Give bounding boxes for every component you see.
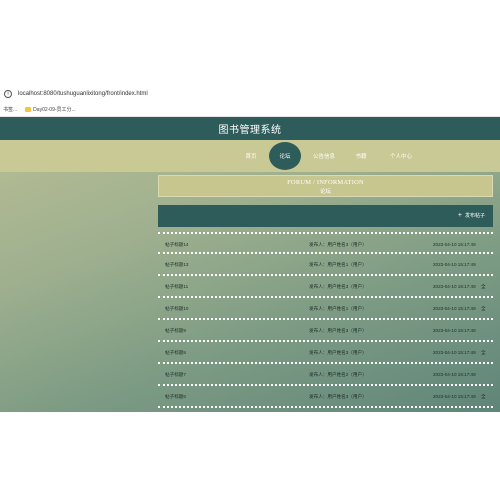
browser-chrome: i localhost:8080/tushuguanlixitong/front… [0,87,500,117]
post-pin-mark: 全 [481,306,486,311]
post-title[interactable]: 帖子标题13 [165,262,189,268]
post-title[interactable]: 帖子标题8 [165,350,186,356]
post-row[interactable]: 帖子标题8 发布人：用户姓名3（用户） 2023-04-10 15:17:49 … [158,342,493,364]
post-title[interactable]: 帖子标题11 [165,284,188,290]
post-pin-mark: 全 [481,284,486,289]
post-author: 发布人：用户姓名3（用户） [309,328,367,333]
post-title[interactable]: 帖子标题9 [165,328,186,334]
post-pin-mark: 全 [481,394,486,399]
bookmark-item[interactable]: 书签... [3,106,17,113]
post-time: 2023-04-10 15:17:49 [433,372,476,377]
banner-title-en: FORUM / INFORMATION [287,179,364,186]
nav-label: 个人中心 [389,154,412,160]
post-time: 2023-04-10 15:17:49 [433,306,476,311]
nav-label: 书籍 [355,154,367,160]
main-nav: 首页 论坛 公告信息 书籍 个人中心 [0,140,500,172]
post-title[interactable]: 帖子标题10 [165,306,189,312]
post-title[interactable]: 帖子标题6 [165,394,186,400]
post-author: 发布人：用户姓名1（用户） [309,306,367,311]
post-pin-mark: 全 [481,350,486,355]
bookmark-label: Day02-09-员工分... [33,106,76,113]
post-author: 发布人：用户姓名3（用户） [309,242,367,247]
post-author: 发布人：用户姓名2（用户） [309,372,367,377]
post-time: 2023-04-10 15:17:49 [433,328,476,333]
post-row[interactable]: 帖子标题6 发布人：用户姓名3（用户） 2023-04-10 15:17:49 … [158,386,493,408]
app-viewport: 图书管理系统 首页 论坛 公告信息 书籍 个人中心 FORUM / INFORM… [0,117,500,412]
post-author: 发布人：用户姓名3（用户） [309,350,367,355]
post-row[interactable]: 帖子标题13 发布人：用户姓名1（用户） 2023-04-10 15:17:49 [158,254,493,276]
bookmark-item[interactable]: Day02-09-员工分... [25,106,76,113]
bookmarks-bar: 书签... Day02-09-员工分... [0,103,500,115]
post-row[interactable]: 帖子标题10 发布人：用户姓名1（用户） 2023-04-10 15:17:49… [158,298,493,320]
post-time: 2023-04-10 15:17:49 [433,394,476,399]
post-author: 发布人：用户姓名3（用户） [309,284,367,289]
url-text[interactable]: localhost:8080/tushuguanlixitong/front/i… [18,91,148,97]
post-time: 2023-04-10 15:17:49 [433,350,476,355]
post-title[interactable]: 帖子标题14 [165,242,189,248]
post-author: 发布人：用户姓名1（用户） [309,262,367,267]
plus-icon: + [457,212,462,219]
nav-item-home[interactable]: 首页 [240,140,262,172]
section-banner: FORUM / INFORMATION 论坛 [158,175,493,197]
address-bar[interactable]: i localhost:8080/tushuguanlixitong/front… [0,87,500,101]
nav-active-pill: 论坛 [269,142,301,170]
folder-icon [25,106,32,112]
publish-post-button[interactable]: + 发布帖子 [458,212,485,219]
nav-item-books[interactable]: 书籍 [350,140,372,172]
post-author: 发布人：用户姓名3（用户） [309,394,367,399]
nav-item-announcements[interactable]: 公告信息 [308,140,340,172]
nav-label: 首页 [245,154,257,160]
banner-title-cn: 论坛 [319,189,331,195]
post-row[interactable]: 帖子标题11 发布人：用户姓名3（用户） 2023-04-10 15:17:49… [158,276,493,298]
post-time: 2023-04-10 15:17:49 [433,262,476,267]
post-time: 2023-04-10 15:17:49 [433,242,476,247]
publish-post-label: 发布帖子 [464,213,485,219]
nav-label: 公告信息 [312,154,335,160]
site-header: 图书管理系统 [0,117,500,140]
post-time: 2023-04-10 15:17:49 [433,284,476,289]
post-row[interactable]: 帖子标题14 发布人：用户姓名3（用户） 2023-04-10 15:17:49 [158,232,493,254]
info-icon[interactable]: i [4,90,12,98]
post-row[interactable]: 帖子标题9 发布人：用户姓名3（用户） 2023-04-10 15:17:49 [158,320,493,342]
forum-toolbar: + 发布帖子 [158,205,493,227]
site-title: 图书管理系统 [218,125,282,136]
nav-label: 论坛 [279,154,291,160]
post-row[interactable]: 帖子标题7 发布人：用户姓名2（用户） 2023-04-10 15:17:49 [158,364,493,386]
nav-item-forum[interactable]: 论坛 [269,140,301,172]
post-title[interactable]: 帖子标题7 [165,372,186,378]
bookmark-label: 书签... [3,106,18,113]
post-list: 帖子标题14 发布人：用户姓名3（用户） 2023-04-10 15:17:49… [158,232,493,408]
nav-item-personal-center[interactable]: 个人中心 [385,140,417,172]
